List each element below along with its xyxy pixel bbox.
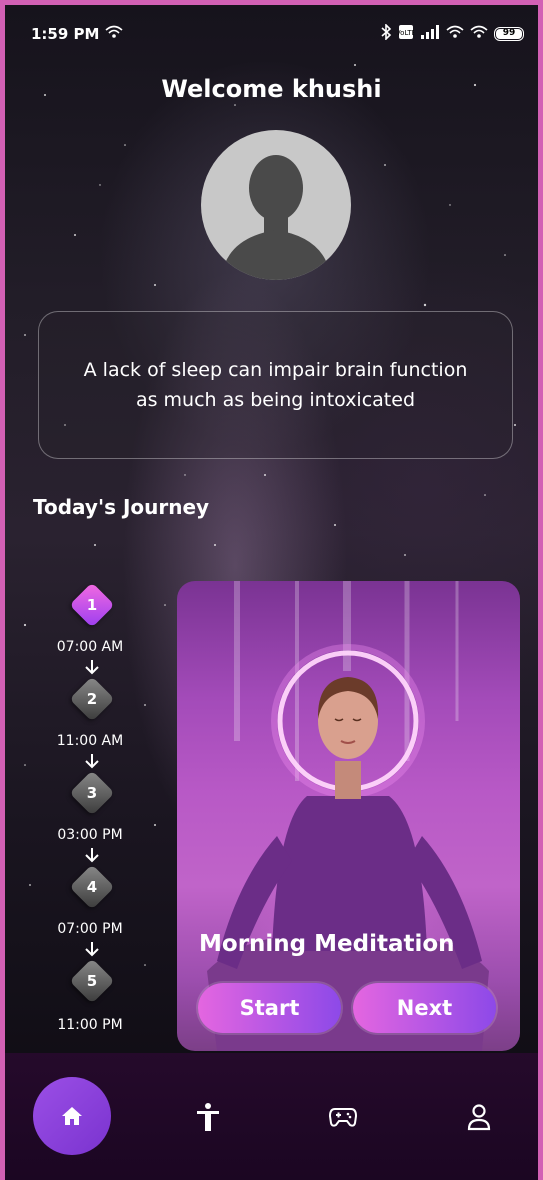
wifi-icon-secondary [470,24,488,44]
svg-text:VoLTE: VoLTE [398,29,414,37]
profile-icon [467,1104,491,1131]
nav-yoga[interactable] [168,1077,248,1157]
step-number: 2 [86,690,98,708]
meditation-illustration [207,581,489,1051]
wifi-icon [446,24,464,44]
activity-title: Morning Meditation [199,931,455,957]
yoga-icon [197,1103,219,1131]
welcome-title: Welcome khushi [161,75,382,103]
status-icons: VoLTE 99 [380,23,524,44]
step-number: 4 [86,878,98,896]
step-time: 07:00 AM [56,639,124,655]
arrow-down-icon [85,942,99,957]
quote-card: A lack of sleep can impair brain functio… [38,311,513,459]
bluetooth-icon [380,23,392,44]
avatar[interactable] [201,130,351,280]
quote-text: A lack of sleep can impair brain functio… [83,359,468,411]
signal-icon [420,24,440,44]
step-number: 1 [86,596,98,614]
home-icon [62,1107,82,1125]
status-time: 1:59 PM [31,25,100,43]
journey-title: Today's Journey [33,495,210,519]
activity-card[interactable]: Morning Meditation Start Next [177,581,520,1051]
arrow-down-icon [85,848,99,863]
step-time: 11:00 PM [57,1017,123,1033]
arrow-down-icon [85,660,99,675]
bottom-nav [5,1053,538,1180]
volte-icon: VoLTE [396,24,416,44]
step-time: 03:00 PM [57,827,123,843]
step-number: 3 [86,784,98,802]
step-number: 5 [86,972,98,990]
nav-games[interactable] [303,1077,383,1157]
gamepad-icon [329,1108,357,1127]
nav-profile[interactable] [439,1077,519,1157]
wifi-hotspot-icon [105,24,123,44]
nav-home[interactable] [33,1077,111,1155]
user-silhouette-icon [221,155,331,280]
step-time: 07:00 PM [57,921,123,937]
app-screen: 1:59 PM VoLTE 99 Welco [5,5,538,1180]
next-button[interactable]: Next [353,983,496,1033]
start-button[interactable]: Start [198,983,341,1033]
battery-level: 99 [502,28,516,38]
status-bar: 1:59 PM VoLTE 99 [5,21,538,51]
arrow-down-icon [85,754,99,769]
step-time: 11:00 AM [56,733,124,749]
battery-icon: 99 [494,27,524,41]
